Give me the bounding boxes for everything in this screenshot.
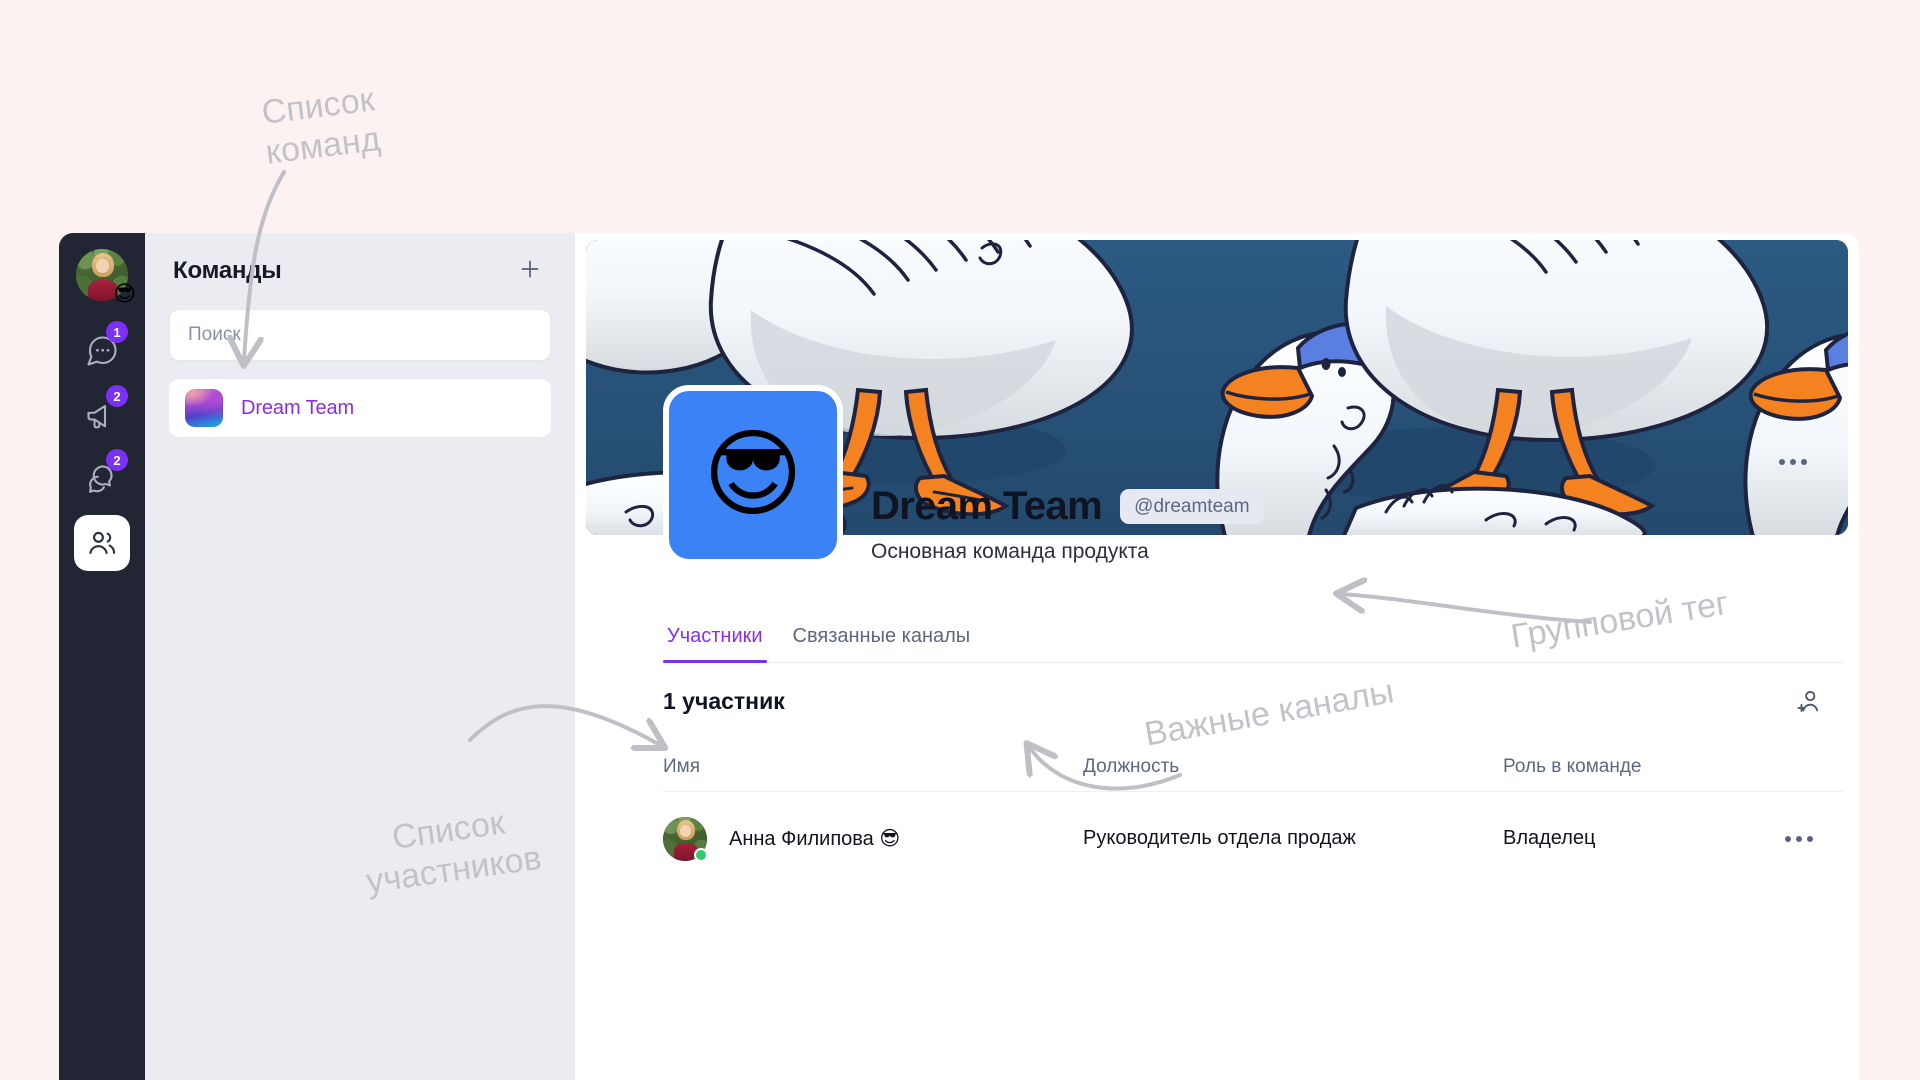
user-avatar[interactable]: 😎 bbox=[76, 249, 136, 305]
member-position: Руководитель отдела продаж bbox=[1083, 827, 1356, 849]
team-subtitle: Основная команда продукта bbox=[871, 540, 1149, 563]
member-name-cell: Анна Филипова 😎 bbox=[663, 816, 1083, 862]
team-avatar bbox=[185, 389, 223, 427]
add-team-button[interactable] bbox=[513, 254, 547, 288]
team-avatar-emoji: 😎 bbox=[702, 421, 804, 528]
member-name: Анна Филипова 😎 bbox=[729, 828, 901, 850]
rail-item-chats[interactable]: 1 bbox=[74, 321, 130, 379]
team-profile-text: Dream Team @dreamteam Основная команда п… bbox=[871, 485, 1264, 564]
sidebar-title: Команды bbox=[173, 257, 282, 284]
plus-icon bbox=[517, 256, 543, 287]
avatar-status-emoji: 😎 bbox=[113, 281, 136, 306]
avatar bbox=[663, 816, 708, 862]
tab-members[interactable]: Участники bbox=[663, 625, 767, 663]
team-list-item-label: Dream Team bbox=[241, 396, 355, 419]
column-header-name: Имя bbox=[663, 756, 701, 777]
member-more-button[interactable] bbox=[1753, 835, 1843, 842]
table-row[interactable]: Анна Филипова 😎 Руководитель отдела прод… bbox=[663, 791, 1843, 885]
avatar-face bbox=[96, 259, 109, 273]
column-header-position: Должность bbox=[1083, 756, 1180, 777]
sidebar-header: Команды bbox=[169, 233, 551, 309]
left-icon-rail: 😎 1 2 2 bbox=[59, 233, 145, 1080]
page-title: Dream Team bbox=[871, 484, 1103, 528]
add-person-icon bbox=[1794, 686, 1824, 721]
group-tag-badge[interactable]: @dreamteam bbox=[1120, 488, 1264, 524]
avatar-face bbox=[680, 825, 691, 837]
rail-badge-announcements: 2 bbox=[106, 385, 128, 407]
members-count-label: 1 участник bbox=[663, 688, 785, 714]
add-member-button[interactable] bbox=[1789, 683, 1829, 723]
content-tabs: Участники Связанные каналы bbox=[663, 625, 1843, 663]
team-profile-header: 😎 Dream Team @dreamteam Основная команда… bbox=[663, 385, 1843, 595]
table-header-row: Имя Должность Роль в команде bbox=[663, 743, 1843, 791]
teams-list: Dream Team bbox=[169, 379, 551, 437]
main-panel: 😎 Dream Team @dreamteam Основная команда… bbox=[575, 233, 1859, 1080]
annotation-teams-list: Список команд bbox=[259, 80, 383, 172]
members-table: Имя Должность Роль в команде Анна Филипо… bbox=[663, 743, 1843, 885]
rail-item-teams[interactable] bbox=[74, 515, 130, 571]
screenshot-stage: 😎 1 2 2 Команды Поиск Dream Team 😎 Dream… bbox=[0, 0, 1920, 1080]
rail-badge-threads: 2 bbox=[106, 449, 128, 471]
rail-badge-chats: 1 bbox=[106, 321, 128, 343]
online-status-dot bbox=[694, 847, 708, 862]
rail-item-announcements[interactable]: 2 bbox=[74, 385, 130, 443]
teams-sidebar: Команды Dream Team bbox=[145, 233, 575, 1080]
more-horizontal-icon bbox=[1779, 459, 1807, 465]
column-header-role: Роль в команде bbox=[1503, 756, 1642, 777]
search-input[interactable] bbox=[169, 309, 551, 361]
rail-item-threads[interactable]: 2 bbox=[74, 449, 130, 507]
tab-linked-channels[interactable]: Связанные каналы bbox=[789, 625, 975, 662]
member-role: Владелец bbox=[1503, 827, 1596, 849]
team-list-item-dream-team[interactable]: Dream Team bbox=[169, 379, 551, 437]
team-more-button[interactable] bbox=[1773, 442, 1813, 482]
team-avatar-large[interactable]: 😎 bbox=[663, 385, 843, 565]
team-title-row: Dream Team @dreamteam bbox=[871, 485, 1264, 527]
people-icon bbox=[85, 526, 119, 560]
app-window: 😎 1 2 2 Команды Поиск Dream Team 😎 Dream… bbox=[59, 233, 1859, 1080]
more-horizontal-icon bbox=[1785, 835, 1813, 842]
